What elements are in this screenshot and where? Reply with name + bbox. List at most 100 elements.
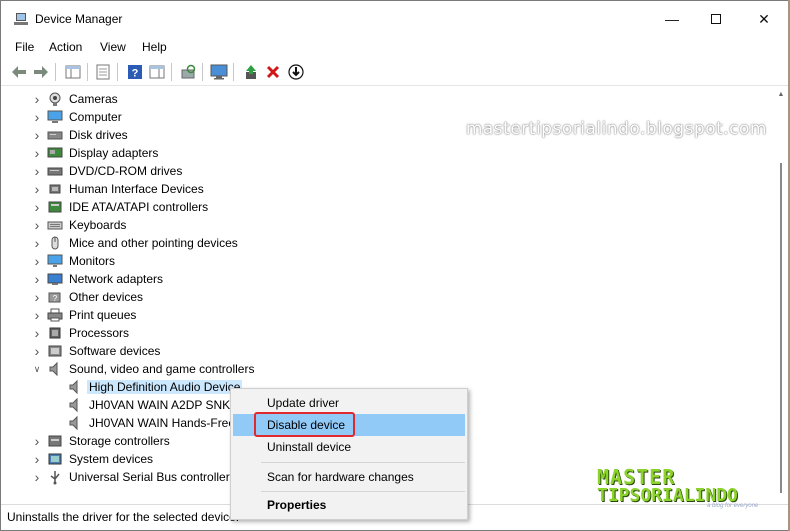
tree-category[interactable]: › IDE ATA/ATAPI controllers [7, 198, 707, 216]
tree-item-label: Sound, video and game controllers [69, 362, 255, 376]
title-bar[interactable]: Device Manager — ✕ [1, 1, 789, 37]
chevron-right-icon[interactable]: › [31, 290, 43, 304]
menu-help[interactable]: Help [142, 40, 167, 54]
tree-category[interactable]: › Keyboards [7, 216, 707, 234]
chevron-right-icon[interactable]: › [31, 110, 43, 124]
context-menu: Update driver Disable device Uninstall d… [230, 388, 468, 520]
chevron-right-icon[interactable]: › [31, 272, 43, 286]
enable-device-toolbar-button[interactable] [286, 62, 306, 82]
tree-item-label: Mice and other pointing devices [69, 236, 238, 250]
update-driver-toolbar-button[interactable] [241, 62, 261, 82]
printer-icon [47, 308, 63, 322]
chevron-right-icon[interactable]: › [31, 434, 43, 448]
tree-category[interactable]: › Monitors [7, 252, 707, 270]
master-tipsorialindo-logo: MASTER TIPSORIALINDO a blog for everyone [597, 465, 781, 511]
software-device-icon [48, 345, 62, 357]
minimize-icon: — [665, 11, 679, 27]
tree-item-label: Network adapters [69, 272, 164, 286]
logo-tagline: a blog for everyone [707, 503, 759, 509]
display-adapter-icon [47, 147, 63, 158]
tree-category[interactable]: ›? Other devices [7, 288, 707, 306]
chevron-right-icon[interactable]: › [31, 326, 43, 340]
ctx-properties[interactable]: Properties [233, 494, 465, 516]
monitor-toolbar-button[interactable] [209, 62, 229, 82]
chevron-right-icon[interactable]: › [31, 308, 43, 322]
menu-file[interactable]: File [15, 40, 34, 54]
chevron-right-icon[interactable]: › [31, 254, 43, 268]
tree-item-label: Print queues [69, 308, 137, 322]
maximize-button[interactable] [693, 1, 739, 37]
tree-category[interactable]: › Display adapters [7, 144, 707, 162]
mouse-icon [51, 236, 59, 250]
menu-action[interactable]: Action [49, 40, 82, 54]
scroll-thumb[interactable] [780, 163, 782, 493]
tree-category[interactable]: › Network adapters [7, 270, 707, 288]
uninstall-toolbar-button[interactable] [263, 62, 283, 82]
ctx-scan-hardware[interactable]: Scan for hardware changes [233, 466, 465, 488]
toolbar: ? mastertipsorialindo.blogspot.com [1, 58, 789, 139]
tree-category[interactable]: › Disk drives [7, 126, 707, 144]
chevron-right-icon[interactable]: › [31, 452, 43, 466]
tree-category[interactable]: › Processors [7, 324, 707, 342]
status-text: Uninstalls the driver for the selected d… [7, 510, 240, 524]
tree-item-label: Disk drives [69, 128, 128, 142]
chevron-right-icon[interactable]: › [31, 218, 43, 232]
minimize-button[interactable]: — [649, 1, 695, 37]
properties-toolbar-button[interactable] [93, 62, 113, 82]
scroll-up-icon[interactable]: ▲ [777, 91, 785, 99]
action-pane-icon [149, 65, 165, 79]
tree-category[interactable]: › Mice and other pointing devices [7, 234, 707, 252]
tree-item-label: DVD/CD-ROM drives [69, 164, 183, 178]
console-tree-icon [65, 65, 81, 79]
chevron-right-icon[interactable]: › [31, 182, 43, 196]
show-action-pane-button[interactable] [147, 62, 167, 82]
ctx-update-driver[interactable]: Update driver [233, 392, 465, 414]
disk-drive-icon [47, 131, 63, 140]
tree-item-label: Storage controllers [69, 434, 170, 448]
chevron-right-icon[interactable]: › [31, 200, 43, 214]
hid-icon [49, 184, 61, 194]
tree-category[interactable]: › Human Interface Devices [7, 180, 707, 198]
chevron-right-icon[interactable]: › [31, 470, 43, 484]
scan-hardware-button[interactable] [178, 62, 198, 82]
ctx-properties-label: Properties [267, 498, 327, 512]
chevron-down-icon[interactable]: ∨ [31, 362, 43, 376]
menu-view[interactable]: View [100, 40, 126, 54]
tree-category[interactable]: ∨ Sound, video and game controllers [7, 360, 707, 378]
back-button[interactable] [9, 62, 29, 82]
tree-category[interactable]: › Software devices [7, 342, 707, 360]
device-manager-icon [14, 13, 28, 25]
vertical-scrollbar[interactable]: ▲ [777, 91, 785, 497]
chevron-right-icon[interactable]: › [31, 164, 43, 178]
close-button[interactable]: ✕ [741, 1, 787, 37]
chevron-right-icon[interactable]: › [31, 236, 43, 250]
monitor-update-icon [210, 64, 228, 80]
dvd-drive-icon [47, 167, 63, 176]
forward-button[interactable] [31, 62, 51, 82]
tree-category[interactable]: › Print queues [7, 306, 707, 324]
chevron-right-icon[interactable]: › [31, 344, 43, 358]
camera-icon [49, 92, 61, 106]
help-toolbar-button[interactable]: ? [125, 62, 145, 82]
show-hide-console-tree-button[interactable] [63, 62, 83, 82]
keyboard-icon [47, 221, 63, 230]
tree-category[interactable]: › DVD/CD-ROM drives [7, 162, 707, 180]
ctx-uninstall-device[interactable]: Uninstall device [233, 436, 465, 458]
chevron-right-icon[interactable]: › [31, 146, 43, 160]
ide-controller-icon [48, 201, 62, 213]
system-device-icon [48, 453, 62, 465]
tree-category[interactable]: › Computer [7, 108, 707, 126]
tree-item-label: Keyboards [69, 218, 127, 232]
tree-category[interactable]: › Cameras [7, 90, 707, 108]
maximize-icon [711, 14, 721, 24]
tree-item-label: High Definition Audio Device [87, 380, 243, 394]
chevron-right-icon[interactable]: › [31, 92, 43, 106]
ctx-scan-hardware-label: Scan for hardware changes [267, 470, 414, 484]
properties-sheet-icon [96, 64, 110, 80]
scan-hardware-icon [181, 64, 196, 79]
tree-item-label: Other devices [69, 290, 144, 304]
monitor-icon [47, 254, 63, 267]
device-manager-window: Device Manager — ✕ File Action View Help [0, 0, 790, 531]
chevron-right-icon[interactable]: › [31, 128, 43, 142]
unknown-device-icon: ? [48, 292, 61, 303]
